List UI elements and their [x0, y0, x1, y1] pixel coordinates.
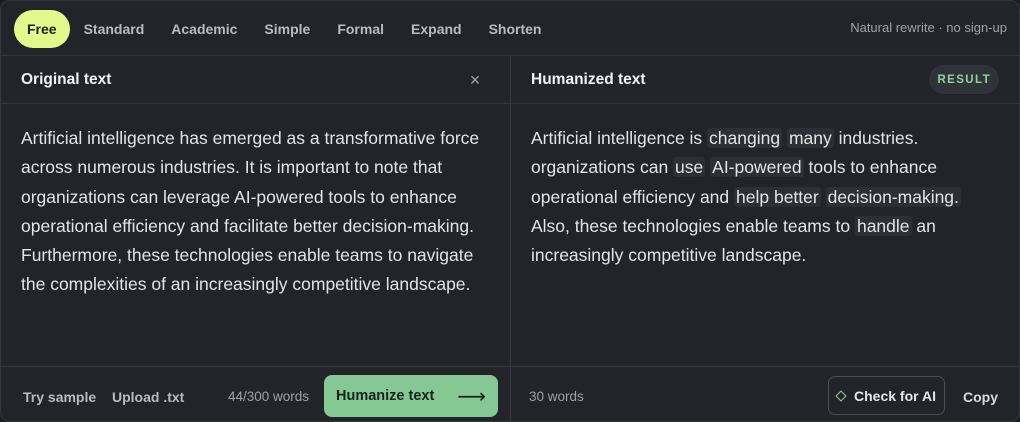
diamond-icon: [835, 389, 847, 402]
mode-tabs: Free Standard Academic Simple Formal Exp…: [14, 10, 555, 48]
humanize-button[interactable]: Humanize text ⟶: [324, 375, 498, 417]
check-for-ai-button[interactable]: Check for AI: [828, 376, 945, 415]
humanize-button-label: Humanize text: [336, 388, 435, 404]
text-segment: Artificial intelligence is: [531, 128, 708, 148]
humanized-text: Artificial intelligence is changing many…: [531, 124, 1001, 270]
humanized-title: Humanized text: [531, 71, 646, 88]
mode-tab-academic[interactable]: Academic: [158, 10, 250, 48]
arrow-right-icon: ⟶: [457, 384, 486, 408]
mode-tab-simple[interactable]: Simple: [251, 10, 323, 48]
changed-word: help better: [734, 186, 821, 207]
original-title: Original text: [21, 71, 112, 88]
changed-word: many: [786, 128, 834, 148]
copy-button[interactable]: Copy: [963, 389, 998, 405]
changed-word: decision-making.: [825, 186, 961, 207]
original-header: Original text ×: [1, 56, 510, 104]
mode-tab-free[interactable]: Free: [14, 10, 70, 48]
humanized-pane: Humanized text RESULT Artificial intelli…: [511, 56, 1019, 421]
try-sample-button[interactable]: Try sample: [23, 389, 96, 405]
original-word-count: 44/300 words: [228, 389, 310, 404]
humanized-word-count: 30 words: [529, 389, 584, 404]
original-footer: Try sample Upload .txt 44/300 words Huma…: [1, 366, 510, 421]
changed-word: use: [673, 157, 706, 178]
mode-tab-formal[interactable]: Formal: [324, 10, 397, 48]
humanized-footer: 30 words Check for AI Copy: [511, 366, 1019, 421]
result-badge: RESULT: [929, 65, 999, 94]
check-for-ai-label: Check for AI: [854, 387, 936, 404]
upload-txt-button[interactable]: Upload .txt: [112, 389, 184, 405]
changed-word: changing: [707, 128, 783, 148]
mode-toolbar: Free Standard Academic Simple Formal Exp…: [1, 1, 1019, 56]
clear-close-icon[interactable]: ×: [466, 70, 484, 90]
changed-word: AI-powered: [710, 157, 804, 178]
mode-tab-expand[interactable]: Expand: [398, 10, 475, 48]
original-text-area[interactable]: Artificial intelligence has emerged as a…: [21, 124, 491, 300]
original-pane: Original text × Artificial intelligence …: [1, 56, 511, 421]
humanized-header: Humanized text RESULT: [511, 56, 1019, 104]
changed-word: handle: [854, 215, 912, 236]
text-segment: [821, 187, 826, 207]
tagline: Natural rewrite · no sign-up: [850, 20, 1007, 35]
text-segment: Also, these technologies enable teams to: [531, 215, 855, 236]
mode-tab-shorten[interactable]: Shorten: [476, 10, 555, 48]
rewriter-app: Free Standard Academic Simple Formal Exp…: [0, 0, 1020, 422]
mode-tab-standard[interactable]: Standard: [71, 10, 158, 48]
